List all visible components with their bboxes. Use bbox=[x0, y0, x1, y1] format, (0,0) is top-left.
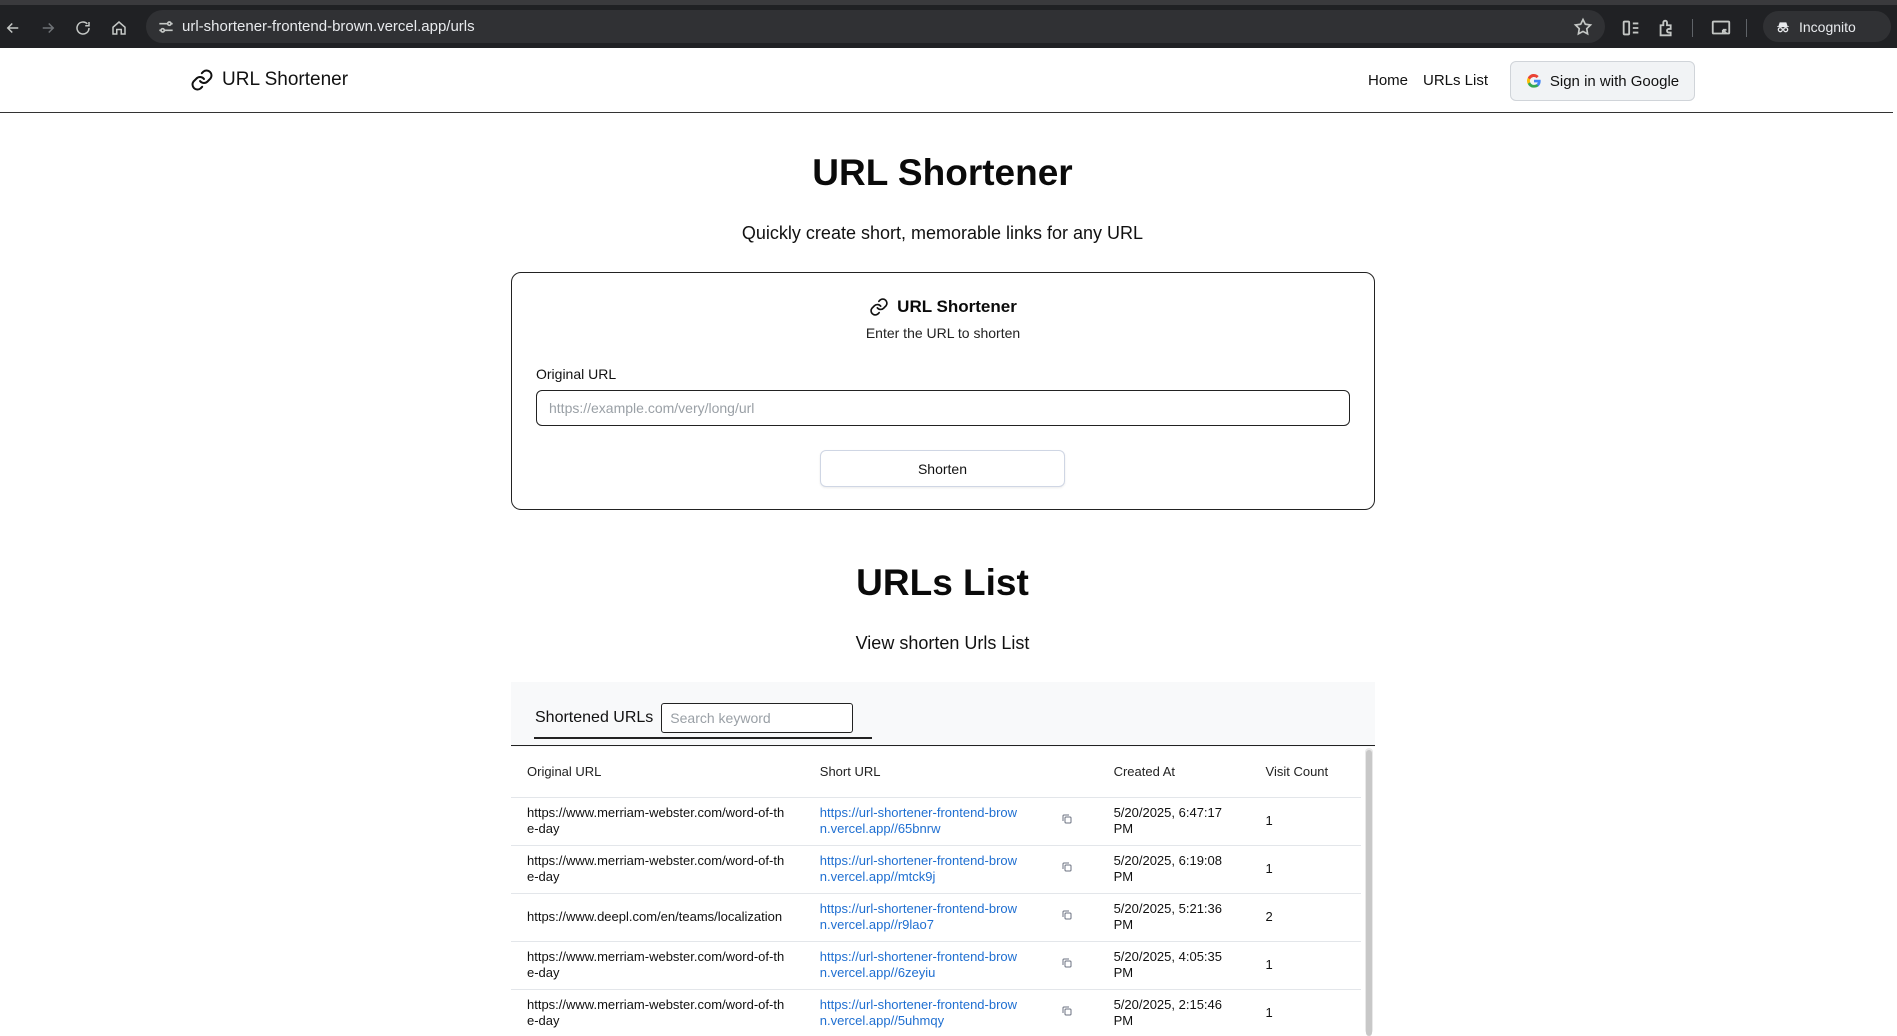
created-at-cell: 5/20/2025, 6:19:08 PM bbox=[1097, 845, 1250, 894]
short-url-link[interactable]: https://url-shortener-frontend-brown.ver… bbox=[803, 797, 1037, 846]
shorten-card: URL Shortener Enter the URL to shorten O… bbox=[511, 272, 1375, 510]
nav-urls-list-link[interactable]: URLs List bbox=[1423, 72, 1488, 89]
site-settings-icon[interactable] bbox=[156, 17, 176, 37]
original-url-input[interactable] bbox=[536, 390, 1350, 426]
page-subtitle: Quickly create short, memorable links fo… bbox=[741, 223, 1144, 243]
copy-icon bbox=[1062, 958, 1072, 968]
extensions-icon[interactable] bbox=[1656, 17, 1678, 39]
copy-button[interactable] bbox=[1036, 941, 1098, 990]
copy-icon bbox=[1062, 862, 1072, 872]
created-at-cell: 5/20/2025, 6:47:17 PM bbox=[1097, 797, 1250, 846]
original-url-cell: https://www.merriam-webster.com/word-of-… bbox=[511, 941, 804, 990]
table-row: https://www.merriam-webster.com/word-of-… bbox=[511, 941, 1361, 990]
copy-icon bbox=[1062, 910, 1072, 920]
table-row: https://www.merriam-webster.com/word-of-… bbox=[511, 845, 1361, 894]
card-description: Enter the URL to shorten bbox=[865, 325, 1021, 341]
short-url-link[interactable]: https://url-shortener-frontend-brown.ver… bbox=[803, 989, 1037, 1034]
table-row: https://www.merriam-webster.com/word-of-… bbox=[511, 797, 1361, 846]
home-icon[interactable] bbox=[108, 17, 130, 39]
urls-table: Original URL Short URL Created At Visit … bbox=[511, 747, 1361, 1034]
original-url-cell: https://www.merriam-webster.com/word-of-… bbox=[511, 797, 804, 846]
created-at-cell: 5/20/2025, 4:05:35 PM bbox=[1097, 941, 1250, 990]
copy-button[interactable] bbox=[1036, 989, 1098, 1034]
short-url-link[interactable]: https://url-shortener-frontend-brown.ver… bbox=[803, 893, 1037, 942]
reload-icon[interactable] bbox=[72, 17, 94, 39]
column-header-copy bbox=[1036, 747, 1098, 798]
link-icon bbox=[870, 298, 888, 316]
visit-count-cell: 1 bbox=[1249, 989, 1361, 1034]
original-url-cell: https://www.merriam-webster.com/word-of-… bbox=[511, 845, 804, 894]
created-at-cell: 5/20/2025, 5:21:36 PM bbox=[1097, 893, 1250, 942]
tab-bar: Shortened URLs bbox=[511, 682, 1375, 746]
incognito-label: Incognito bbox=[1799, 18, 1856, 35]
incognito-icon bbox=[1777, 21, 1789, 32]
short-url-link[interactable]: https://url-shortener-frontend-brown.ver… bbox=[803, 845, 1037, 894]
urls-list-title: URLs List bbox=[856, 562, 1029, 603]
urls-list-subtitle: View shorten Urls List bbox=[855, 633, 1030, 653]
address-url[interactable]: url-shortener-frontend-brown.vercel.app/… bbox=[182, 18, 475, 35]
urls-table-container: Original URL Short URL Created At Visit … bbox=[511, 747, 1375, 1034]
back-icon[interactable] bbox=[2, 17, 24, 39]
search-input[interactable] bbox=[661, 703, 854, 733]
original-url-cell: https://www.deepl.com/en/teams/localizat… bbox=[511, 893, 804, 942]
urls-list-panel: Shortened URLs Original URL Short URL Cr… bbox=[511, 682, 1375, 1036]
toolbar-divider bbox=[1746, 19, 1747, 37]
table-header-row: Original URL Short URL Created At Visit … bbox=[511, 747, 1361, 798]
shorten-button[interactable]: Shorten bbox=[820, 450, 1065, 487]
table-row: https://www.deepl.com/en/teams/localizat… bbox=[511, 893, 1361, 942]
visit-count-cell: 1 bbox=[1249, 845, 1361, 894]
visit-count-cell: 1 bbox=[1249, 941, 1361, 990]
tab-shortened-urls[interactable]: Shortened URLs bbox=[534, 699, 872, 739]
brand-logo[interactable]: URL Shortener bbox=[190, 68, 348, 92]
cast-media-icon[interactable] bbox=[1710, 17, 1732, 39]
column-header-original-url: Original URL bbox=[511, 747, 804, 798]
address-bar[interactable]: url-shortener-frontend-brown.vercel.app/… bbox=[146, 10, 1605, 43]
copy-button[interactable] bbox=[1036, 893, 1098, 942]
column-header-visit-count: Visit Count bbox=[1249, 747, 1361, 798]
card-title: URL Shortener bbox=[512, 297, 1374, 317]
visit-count-cell: 2 bbox=[1249, 893, 1361, 942]
google-g-icon bbox=[1526, 73, 1541, 88]
page-title: URL Shortener bbox=[812, 152, 1073, 193]
link-icon bbox=[191, 69, 213, 91]
bookmark-star-icon[interactable] bbox=[1573, 17, 1593, 37]
visit-count-cell: 1 bbox=[1249, 797, 1361, 846]
reading-mode-icon[interactable] bbox=[1620, 17, 1642, 39]
short-url-link[interactable]: https://url-shortener-frontend-brown.ver… bbox=[803, 941, 1037, 990]
copy-icon bbox=[1062, 1006, 1072, 1016]
browser-toolbar: url-shortener-frontend-brown.vercel.app/… bbox=[0, 0, 1897, 48]
table-scrollbar-thumb[interactable] bbox=[1366, 750, 1372, 1036]
copy-icon bbox=[1062, 814, 1072, 824]
column-header-created-at: Created At bbox=[1097, 747, 1250, 798]
copy-button[interactable] bbox=[1036, 845, 1098, 894]
table-row: https://www.merriam-webster.com/word-of-… bbox=[511, 989, 1361, 1034]
brand-name: URL Shortener bbox=[222, 69, 349, 90]
column-header-short-url: Short URL bbox=[803, 747, 1037, 798]
copy-button[interactable] bbox=[1036, 797, 1098, 846]
incognito-badge[interactable]: Incognito bbox=[1763, 11, 1891, 42]
google-signin-button[interactable]: Sign in with Google bbox=[1510, 61, 1695, 101]
card-title-text: URL Shortener bbox=[897, 297, 1017, 316]
created-at-cell: 5/20/2025, 2:15:46 PM bbox=[1097, 989, 1250, 1034]
toolbar-divider bbox=[1692, 19, 1693, 37]
tab-label[interactable]: Shortened URLs bbox=[534, 709, 653, 727]
google-signin-label: Sign in with Google bbox=[1549, 72, 1680, 90]
app-header: URL Shortener Home URLs List Sign in wit… bbox=[0, 48, 1893, 113]
forward-icon[interactable] bbox=[37, 17, 59, 39]
original-url-label: Original URL bbox=[536, 366, 617, 382]
nav-home-link[interactable]: Home bbox=[1368, 72, 1408, 89]
original-url-cell: https://www.merriam-webster.com/word-of-… bbox=[511, 989, 804, 1034]
